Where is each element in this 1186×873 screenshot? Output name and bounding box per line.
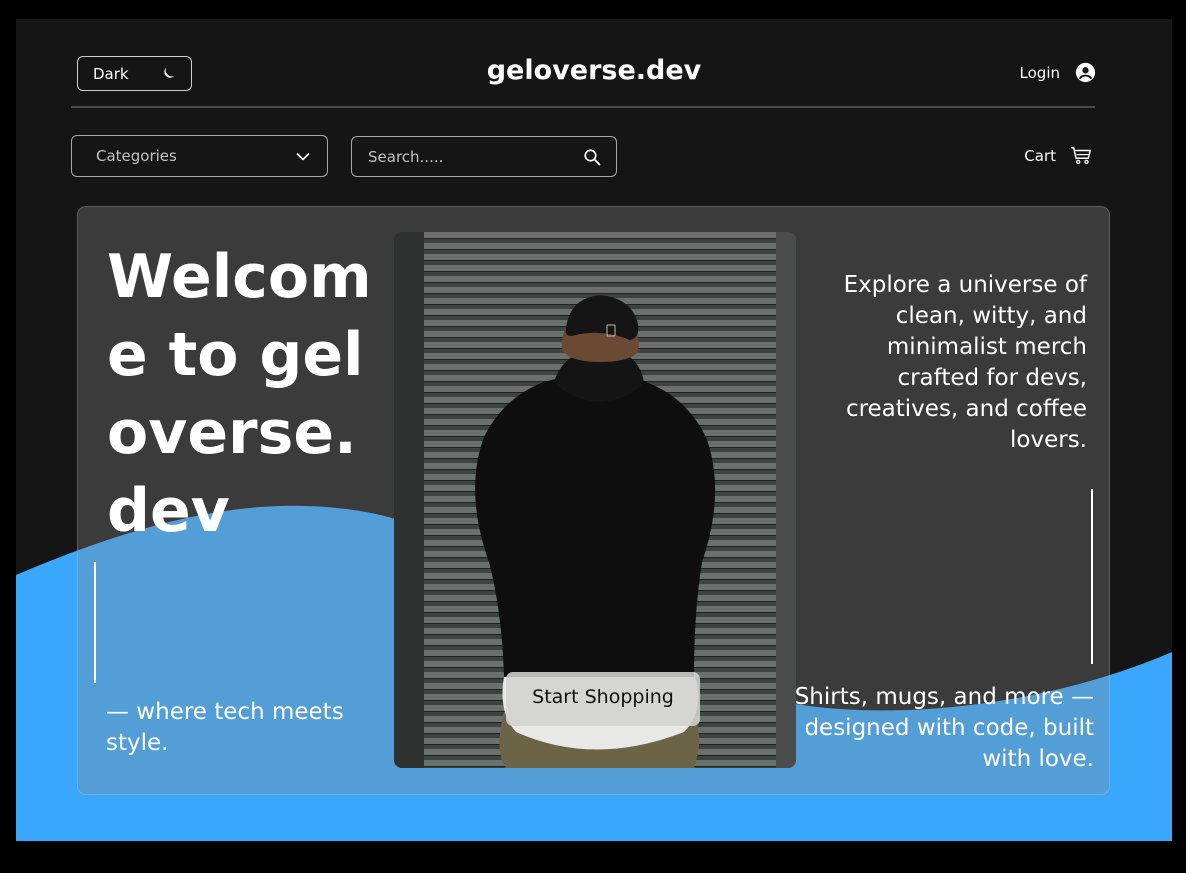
page-frame: Dark geloverse.dev Login Categories Cart [16,19,1172,841]
search-box[interactable] [351,136,617,177]
decorative-line [94,562,96,683]
start-shopping-button[interactable]: Start Shopping [506,672,700,726]
chevron-down-icon [296,152,310,161]
search-input[interactable] [368,147,568,166]
hero-product-photo: Start Shopping [394,232,796,768]
site-title[interactable]: geloverse.dev [16,55,1172,86]
login-button[interactable]: Login [1020,62,1096,83]
hero-subtext: Shirts, mugs, and more — designed with c… [794,684,1094,772]
hero-card: Welcome to geloverse.dev — where tech me… [77,206,1110,795]
cart-label: Cart [1024,146,1056,165]
hero-tagline: — where tech meets style. [106,699,344,756]
header-divider [71,106,1095,108]
categories-dropdown[interactable]: Categories [71,135,328,177]
user-circle-icon [1075,62,1096,83]
hero-title: Welcome to geloverse.dev [107,242,372,546]
cart-button[interactable]: Cart [1024,146,1092,165]
cart-icon [1070,146,1091,165]
login-label: Login [1019,63,1060,82]
search-icon[interactable] [583,148,601,166]
hero-description: Explore a universe of clean, witty, and … [843,272,1087,453]
decorative-line [1091,489,1093,664]
categories-label: Categories [96,147,177,165]
